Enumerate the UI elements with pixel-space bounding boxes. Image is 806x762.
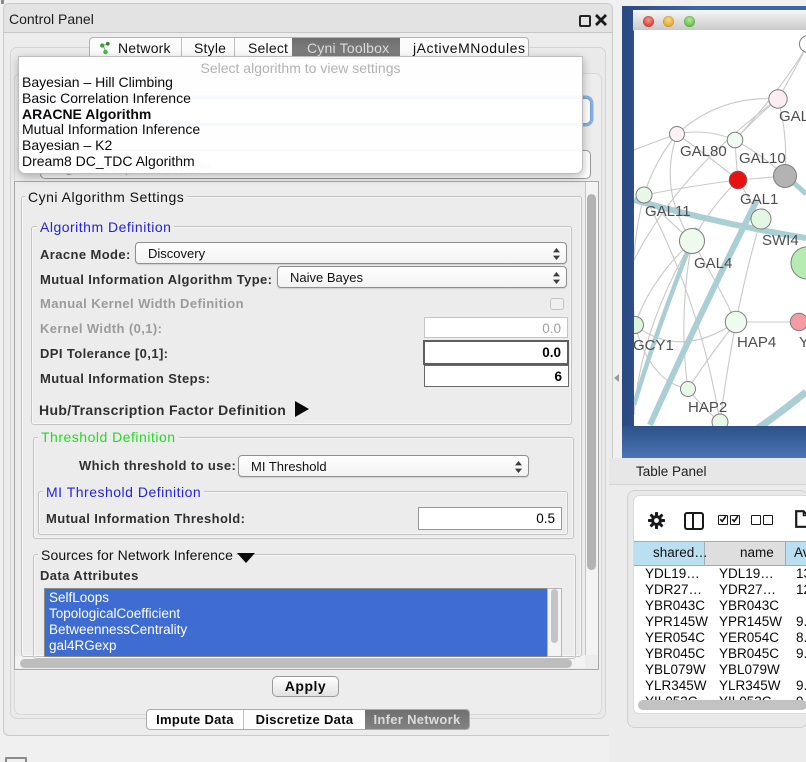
svg-text:HAP2: HAP2 bbox=[688, 399, 727, 416]
svg-text:GAL2: GAL2 bbox=[779, 108, 806, 125]
svg-text:SWI4: SWI4 bbox=[762, 232, 799, 249]
svg-text:GCY1: GCY1 bbox=[634, 337, 674, 354]
svg-text:GAL11: GAL11 bbox=[645, 203, 691, 220]
svg-text:GAL10: GAL10 bbox=[739, 150, 786, 167]
svg-text:YDR: YDR bbox=[799, 334, 806, 351]
svg-text:GAL1: GAL1 bbox=[740, 191, 778, 208]
svg-text:GAL4: GAL4 bbox=[694, 255, 732, 272]
svg-text:HAP4: HAP4 bbox=[737, 334, 776, 351]
svg-text:GAL80: GAL80 bbox=[680, 143, 727, 160]
